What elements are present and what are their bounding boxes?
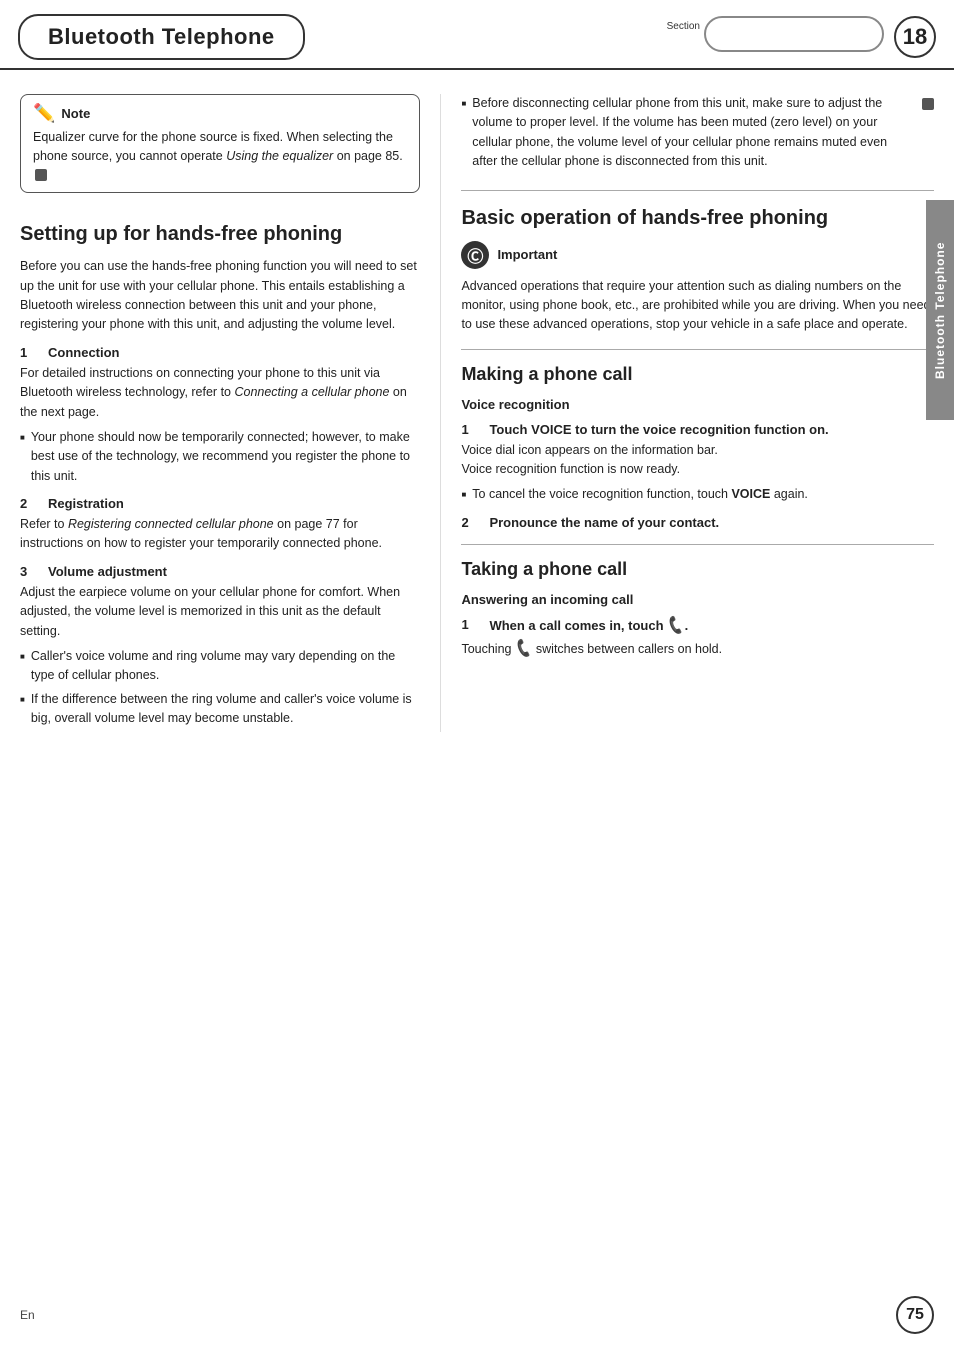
section-info: Section 18 (667, 16, 936, 58)
note-label: Note (61, 106, 90, 121)
important-box: Ⓒ Important (461, 241, 934, 269)
step-registration: 2 Registration (20, 496, 420, 511)
step-volume: 3 Volume adjustment (20, 564, 420, 579)
voice-step2-num: 2 (461, 515, 479, 530)
right-column: Before disconnecting cellular phone from… (440, 94, 934, 732)
basic-operation-heading: Basic operation of hands-free phoning (461, 205, 934, 231)
important-body: Advanced operations that require your at… (461, 277, 934, 335)
note-italic: Using the equalizer (226, 149, 333, 163)
page-header: Bluetooth Telephone Section 18 (0, 0, 954, 70)
divider3 (461, 544, 934, 545)
step1-num: 1 (20, 345, 38, 360)
voice-recognition-subheading: Voice recognition (461, 397, 934, 412)
right-note-bullet: Before disconnecting cellular phone from… (461, 94, 934, 172)
side-tab: Bluetooth Telephone (926, 200, 954, 420)
left-column: ✏️ Note Equalizer curve for the phone so… (20, 94, 440, 732)
voice-step1-body: Voice dial icon appears on the informati… (461, 441, 934, 480)
voice-step1: 1 Touch VOICE to turn the voice recognit… (461, 422, 934, 437)
voice-step1-heading: Touch VOICE to turn the voice recognitio… (489, 422, 828, 437)
page-footer: En 75 (0, 1296, 954, 1334)
step3-num: 3 (20, 564, 38, 579)
header-oval (704, 16, 884, 52)
making-call-heading: Making a phone call (461, 364, 934, 385)
page-title: Bluetooth Telephone (18, 14, 305, 60)
page-wrapper: Bluetooth Telephone Section 18 Bluetooth… (0, 0, 954, 1352)
step1-heading: Connection (48, 345, 120, 360)
phone-icon-2: 📞 (512, 635, 536, 661)
divider1 (461, 190, 934, 191)
voice-step2: 2 Pronounce the name of your contact. (461, 515, 934, 530)
step3-heading: Volume adjustment (48, 564, 167, 579)
taking-step1-num: 1 (461, 617, 479, 634)
taking-call-heading: Taking a phone call (461, 559, 934, 580)
note-suffix: on page 85. (333, 149, 403, 163)
footer-lang: En (20, 1308, 35, 1322)
voice-step2-heading: Pronounce the name of your contact. (489, 515, 719, 530)
step3-bullet1: Caller's voice volume and ring volume ma… (20, 647, 420, 686)
stop-symbol-right (922, 98, 934, 110)
taking-step1-heading: When a call comes in, touch 📞. (489, 617, 688, 634)
voice-step1-bullet: To cancel the voice recognition function… (461, 485, 934, 504)
note-text: Equalizer curve for the phone source is … (33, 128, 407, 184)
right-note-area: Before disconnecting cellular phone from… (461, 94, 934, 172)
step-connection: 1 Connection (20, 345, 420, 360)
setting-up-intro: Before you can use the hands-free phonin… (20, 257, 420, 335)
important-icon: Ⓒ (461, 241, 489, 269)
answering-subheading: Answering an incoming call (461, 592, 934, 607)
section-label: Section (667, 16, 700, 33)
voice-step1-num: 1 (461, 422, 479, 437)
section-number: 18 (894, 16, 936, 58)
setting-up-heading: Setting up for hands-free phoning (20, 221, 420, 247)
step1-bullet: Your phone should now be temporarily con… (20, 428, 420, 486)
main-content: ✏️ Note Equalizer curve for the phone so… (0, 78, 954, 748)
step3-body: Adjust the earpiece volume on your cellu… (20, 583, 420, 641)
step2-heading: Registration (48, 496, 124, 511)
important-label: Important (497, 247, 557, 262)
taking-step1-body: Touching 📞 switches between callers on h… (461, 638, 934, 660)
note-box: ✏️ Note Equalizer curve for the phone so… (20, 94, 420, 193)
step2-body: Refer to Registering connected cellular … (20, 515, 420, 554)
step2-num: 2 (20, 496, 38, 511)
step1-body: For detailed instructions on connecting … (20, 364, 420, 422)
step3-bullet2: If the difference between the ring volum… (20, 690, 420, 729)
note-icon: ✏️ (33, 103, 55, 124)
taking-step1: 1 When a call comes in, touch 📞. (461, 617, 934, 634)
note-header: ✏️ Note (33, 103, 407, 124)
stop-symbol (35, 169, 47, 181)
divider2 (461, 349, 934, 350)
footer-page-number: 75 (896, 1296, 934, 1334)
phone-icon: 📞 (665, 614, 687, 636)
